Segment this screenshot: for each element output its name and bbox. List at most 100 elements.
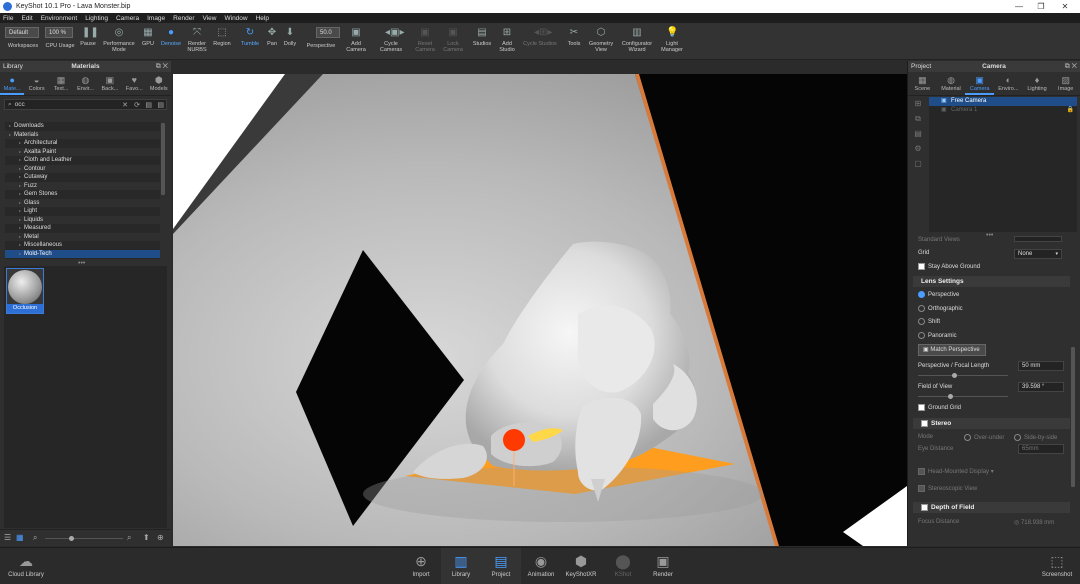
gpu-button[interactable]: ▦ GPU — [139, 23, 157, 60]
cycle-studios-button[interactable]: ◂⊞▸ Cycle Studios — [522, 23, 558, 60]
tree-item[interactable]: ▸ Light — [5, 207, 160, 216]
chevron-right-icon[interactable]: ▸ — [19, 166, 21, 171]
keyshotxr-button[interactable]: ⬢ KeyShotXR — [561, 548, 601, 584]
reset-camera-button[interactable]: ▣ Reset Camera — [412, 23, 438, 60]
focal-length-input[interactable]: 50 mm — [1018, 361, 1064, 371]
lens-panoramic-option[interactable]: Panoramic — [918, 332, 957, 339]
project-panel-close-icon[interactable]: ⧉ ✕ — [1065, 63, 1077, 71]
tree-item[interactable]: ▸ Fuzz — [5, 181, 160, 190]
library-search[interactable]: ⌕ occ ✕ ⟳ ▤ ▤ — [4, 99, 167, 110]
properties-scrollbar[interactable] — [1071, 347, 1075, 487]
grid-select[interactable]: None ▾ — [1014, 249, 1062, 259]
region-button[interactable]: ⬚ Region — [209, 23, 235, 60]
chevron-right-icon[interactable]: ▸ — [19, 191, 21, 196]
tree-item[interactable]: ▸ Measured — [5, 224, 160, 233]
radio-panoramic[interactable] — [918, 332, 925, 339]
fov-slider[interactable] — [918, 394, 1008, 399]
stereoscopic-view-option[interactable]: Stereoscopic View — [918, 485, 977, 492]
match-perspective-button[interactable]: ▣ Match Perspective — [918, 344, 986, 356]
screenshot-button[interactable]: ⬚ Screenshot — [1036, 548, 1078, 584]
fov-input[interactable]: 39.598 ° — [1018, 382, 1064, 392]
menu-window[interactable]: Window — [224, 15, 247, 22]
menu-lighting[interactable]: Lighting — [85, 15, 108, 22]
camera-item-camera-1[interactable]: ▣ Camera 1 🔒 — [929, 106, 1077, 115]
tab-materials[interactable]: ● Mate... — [0, 72, 25, 95]
radio-side-by-side[interactable] — [1014, 434, 1021, 441]
camera-list-icon[interactable]: ▤ — [912, 129, 924, 144]
depth-of-field-checkbox[interactable] — [921, 503, 928, 511]
slider-handle[interactable] — [948, 394, 953, 399]
pause-button[interactable]: ❚❚ Pause — [77, 23, 99, 60]
dolly-button[interactable]: ⬇ Dolly — [281, 23, 299, 60]
head-mounted-option[interactable]: Head-Mounted Display ▾ — [918, 468, 994, 475]
chevron-right-icon[interactable]: ▸ — [19, 200, 21, 205]
tab-backplates[interactable]: ▣ Back... — [98, 72, 122, 95]
chevron-right-icon[interactable]: ▸ — [19, 208, 21, 213]
studios-button[interactable]: ▤ Studios — [470, 23, 494, 60]
cycle-cameras-button[interactable]: ◂▣▸ Cycle Cameras — [373, 23, 409, 60]
tab-camera[interactable]: ▣ Camera — [965, 72, 995, 95]
tree-item[interactable]: ▸ Gem Stones — [5, 190, 160, 199]
tree-item[interactable]: ▸ Glass — [5, 198, 160, 207]
radio-over-under[interactable] — [964, 434, 971, 441]
menu-camera[interactable]: Camera — [116, 15, 139, 22]
tree-item[interactable]: ▸ Liquids — [5, 215, 160, 224]
folder-add-icon[interactable]: ▤ — [145, 101, 152, 109]
animation-button[interactable]: ◉ Animation — [521, 548, 561, 584]
list-view-icon[interactable]: ☰ — [4, 533, 11, 542]
mode-over-under-option[interactable]: Over-under — [964, 434, 1004, 441]
clear-search-icon[interactable]: ✕ — [122, 101, 128, 109]
tab-image[interactable]: ▨ Image — [1051, 72, 1080, 95]
tree-item[interactable]: ▸ Downloads — [5, 122, 160, 131]
chevron-right-icon[interactable]: ▸ — [19, 183, 21, 188]
camera-item-free-camera[interactable]: ▣ Free Camera — [929, 97, 1077, 106]
add-camera-icon[interactable]: ⊞ — [912, 99, 924, 114]
stereoscopic-view-checkbox[interactable] — [918, 485, 925, 492]
tree-item[interactable]: ▸ Contour — [5, 164, 160, 173]
zoom-out-icon[interactable]: ⌕ — [33, 533, 37, 543]
lens-orthographic-option[interactable]: Orthographic — [918, 305, 963, 312]
menu-help[interactable]: Help — [256, 15, 269, 22]
thumbnail-occlusion[interactable]: Occlusion — [6, 268, 44, 314]
focal-length-slider[interactable] — [918, 373, 1008, 378]
tab-colors[interactable]: ◒ Colors — [24, 72, 48, 95]
tab-material[interactable]: ◍ Material — [937, 72, 966, 95]
menu-render[interactable]: Render — [173, 15, 194, 22]
chevron-right-icon[interactable]: ▸ — [19, 140, 21, 145]
tumble-button[interactable]: ↻ Tumble — [237, 23, 263, 60]
tree-item[interactable]: ▸ Cutaway — [5, 173, 160, 182]
tab-environment[interactable]: ◐ Enviro... — [994, 72, 1023, 95]
refresh-icon[interactable]: ⟳ — [134, 101, 140, 109]
tree-item[interactable]: ▸ Miscellaneous — [5, 241, 160, 250]
tab-lighting[interactable]: ♦ Lighting — [1023, 72, 1052, 95]
stereo-checkbox[interactable] — [921, 419, 928, 427]
menu-view[interactable]: View — [203, 15, 217, 22]
tree-item[interactable]: ▸ Architectural — [5, 139, 160, 148]
grid-view-icon[interactable]: ▦ — [16, 533, 24, 542]
search-input[interactable]: occ — [15, 101, 25, 108]
duplicate-camera-icon[interactable]: ⧉ — [912, 114, 924, 129]
tree-item[interactable]: ▸ Axalta Paint — [5, 147, 160, 156]
render-button[interactable]: ▣ Render — [643, 548, 683, 584]
lens-settings-header[interactable]: Lens Settings — [913, 276, 1070, 287]
radio-shift[interactable] — [918, 318, 925, 325]
tab-models[interactable]: ⬢ Models — [147, 72, 171, 95]
chevron-right-icon[interactable]: ▸ — [19, 149, 21, 154]
add-icon[interactable]: ⊕ — [157, 533, 164, 542]
tree-item[interactable]: ▸ Mold-Tech — [5, 249, 160, 258]
chevron-right-icon[interactable]: ▸ — [9, 132, 11, 137]
add-studio-button[interactable]: ⊞ Add Studio — [495, 23, 519, 60]
import-button[interactable]: ⊕ Import — [401, 548, 441, 584]
chevron-right-icon[interactable]: ▸ — [19, 157, 21, 162]
add-camera-button[interactable]: ▣ Add Camera — [343, 23, 369, 60]
light-manager-button[interactable]: 💡 Light Manager — [656, 23, 688, 60]
folder-icon[interactable]: ▤ — [157, 101, 164, 109]
chevron-right-icon[interactable]: ▸ — [19, 174, 21, 179]
mode-side-by-side-option[interactable]: Side-by-side — [1014, 434, 1057, 441]
tree-item[interactable]: ▸ Cloth and Leather — [5, 156, 160, 165]
menu-environment[interactable]: Environment — [41, 15, 78, 22]
camera-lock-icon[interactable]: ▢ — [912, 159, 924, 174]
slider-handle[interactable] — [952, 373, 957, 378]
cloud-library-button[interactable]: ☁ Cloud Library — [6, 548, 46, 584]
menu-image[interactable]: Image — [147, 15, 165, 22]
